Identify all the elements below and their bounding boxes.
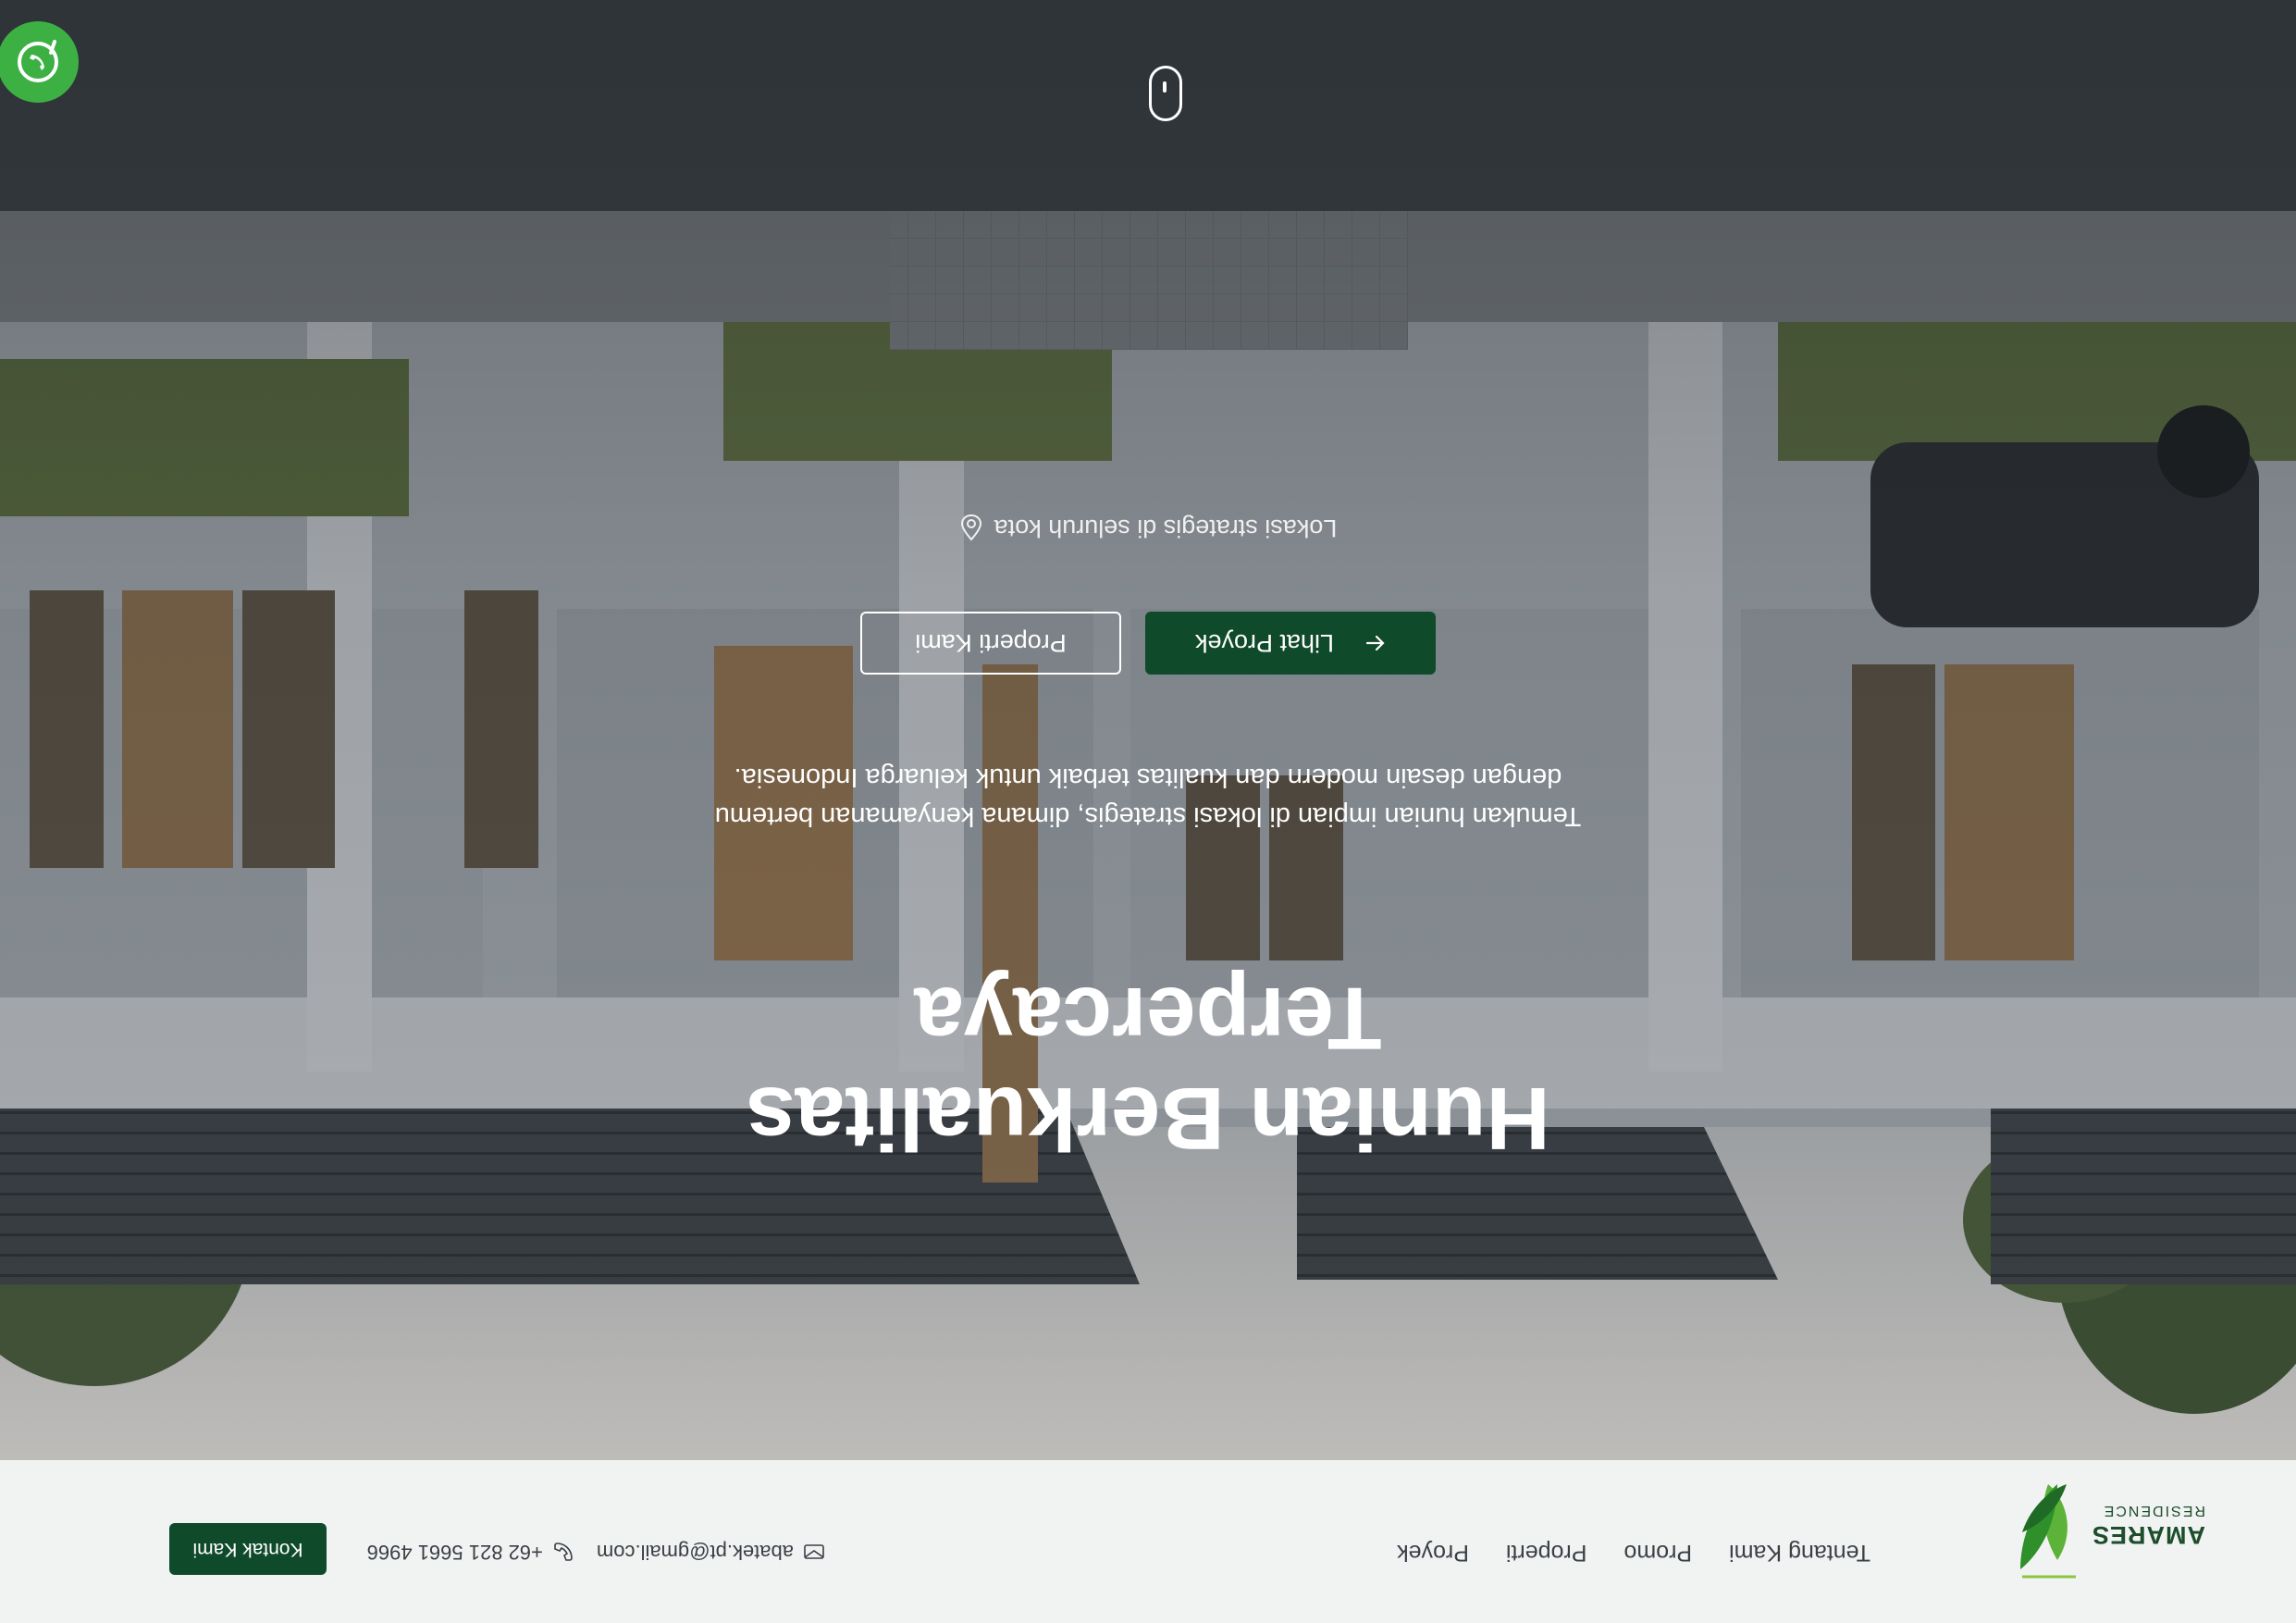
hero-title-line1: Hunian Berkualitas: [746, 1069, 1550, 1168]
view-projects-label: Lihat Proyek: [1194, 629, 1335, 658]
brand-name: AMARES: [2091, 1521, 2205, 1549]
phone-number: +62 821 5661 4966: [366, 1541, 543, 1564]
navbar: AMARES RESIDENCE Proyek Properti Promo T…: [0, 1459, 2296, 1623]
scroll-dot: [1163, 81, 1167, 93]
location-pin-icon: [960, 514, 981, 542]
main-nav: Proyek Properti Promo Tentang Kami: [1397, 1539, 1870, 1566]
nav-link-tentang-kami[interactable]: Tentang Kami: [1729, 1539, 1870, 1566]
hero-section: Hunian Berkualitas Terpercaya Temukan hu…: [0, 0, 2296, 1460]
whatsapp-icon: [18, 40, 58, 82]
hero-title-line2: Terpercaya: [914, 969, 1382, 1068]
brand-wordmark: AMARES RESIDENCE: [2092, 1502, 2205, 1549]
nav-link-proyek[interactable]: Proyek: [1397, 1539, 1469, 1566]
mail-icon: [804, 1544, 824, 1559]
email-contact[interactable]: abatek.pt@gmail.com: [597, 1540, 825, 1564]
whatsapp-button[interactable]: [0, 21, 79, 103]
location-note: Lokasi strategis di seluruh kota: [0, 514, 2296, 542]
our-properties-button[interactable]: Properti Kami: [860, 612, 1121, 675]
location-text: Lokasi strategis di seluruh kota: [994, 514, 1338, 542]
contact-info: +62 821 5661 4966 abatek.pt@gmail.com: [367, 1540, 825, 1564]
phone-contact[interactable]: +62 821 5661 4966: [367, 1540, 574, 1564]
phone-icon: [554, 1542, 573, 1561]
contact-us-button[interactable]: Kontak Kami: [169, 1523, 327, 1575]
arrow-right-icon: [1365, 635, 1385, 651]
brand-tagline: RESIDENCE: [2102, 1503, 2205, 1518]
nav-link-properti[interactable]: Properti: [1506, 1539, 1587, 1566]
view-projects-button[interactable]: Lihat Proyek: [1145, 612, 1436, 675]
hero-subtitle-line1: Temukan hunian impian di lokasi strategi…: [714, 801, 1582, 831]
brand-logo[interactable]: AMARES RESIDENCE: [2011, 1477, 2205, 1588]
scroll-indicator[interactable]: [1149, 66, 1182, 121]
nav-link-promo[interactable]: Promo: [1623, 1539, 1692, 1566]
hero-subtitle-line2: dengan desain modern dan kualitas terbai…: [734, 762, 1562, 792]
hero-content: Hunian Berkualitas Terpercaya Temukan hu…: [0, 0, 2296, 1460]
email-address: abatek.pt@gmail.com: [596, 1541, 794, 1564]
